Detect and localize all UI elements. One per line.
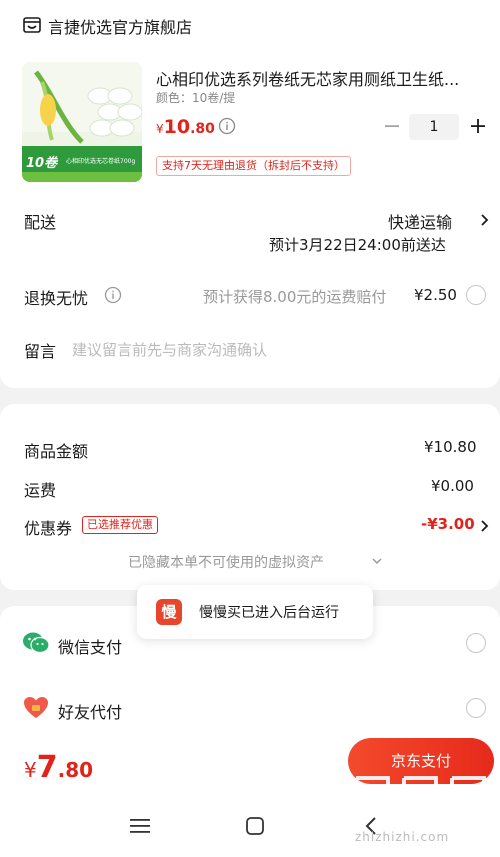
product-price: ¥10.80 — [156, 116, 215, 138]
chevron-down-icon[interactable] — [372, 557, 382, 565]
note-input[interactable]: 建议留言前先与商家沟通确认 — [72, 339, 267, 360]
watermark-text: zhizhizhi.com — [355, 830, 450, 844]
product-spec[interactable]: 颜色：10卷/提 — [156, 89, 235, 106]
wechat-pay-label[interactable]: 微信支付 — [58, 634, 122, 658]
manmanbuy-logo: 慢 — [156, 599, 182, 625]
quantity-input[interactable]: 1 — [409, 114, 459, 140]
return-insurance-checkbox[interactable] — [466, 285, 486, 305]
note-label: 留言 — [24, 342, 57, 361]
quantity-increase-button[interactable] — [468, 115, 488, 137]
store-icon — [23, 17, 41, 33]
info-icon[interactable] — [218, 117, 236, 135]
coupon-label: 优惠券 — [24, 519, 73, 538]
delivery-label: 配送 — [24, 213, 57, 232]
return-insurance-price: ¥2.50 — [414, 286, 457, 304]
friend-pay-label[interactable]: 好友代付 — [58, 699, 122, 723]
return-insurance-label: 退换无忧 — [24, 289, 89, 308]
coupon-recommended-tag: 已选推荐优惠 — [82, 516, 158, 534]
shipping-value: ¥0.00 — [431, 477, 474, 495]
delivery-method[interactable]: 快递运输 — [388, 209, 452, 233]
delivery-eta: 预计3月22日24:00前送达 — [269, 236, 446, 254]
background-toast: 慢 慢慢买已进入后台运行 — [137, 585, 373, 639]
goods-amount-value: ¥10.80 — [424, 438, 477, 456]
wechat-pay-icon — [23, 632, 50, 654]
total-decimal: .80 — [57, 758, 94, 782]
friend-pay-icon — [24, 697, 48, 718]
recent-apps-icon[interactable] — [129, 817, 151, 835]
store-name[interactable]: 言捷优选官方旗舰店 — [48, 14, 192, 38]
chevron-right-icon[interactable] — [479, 519, 489, 533]
total-currency: ¥ — [24, 758, 37, 782]
toast-message: 慢慢买已进入后台运行 — [199, 605, 339, 621]
total-integer: 7 — [36, 750, 58, 785]
coupon-value[interactable]: -¥3.00 — [421, 515, 475, 533]
price-currency: ¥ — [156, 122, 164, 136]
order-card: 言捷优选官方旗舰店 10卷 心相印优选无芯卷纸700g 心相印优选系列卷纸无芯家… — [0, 0, 500, 388]
hidden-assets-toggle[interactable]: 已隐藏本单不可使用的虚拟资产 — [128, 552, 324, 572]
info-icon[interactable] — [104, 286, 122, 304]
home-icon[interactable] — [244, 815, 266, 837]
product-title[interactable]: 心相印优选系列卷纸无芯家用厕纸卫生纸... — [156, 66, 486, 90]
return-insurance-desc: 预计获得8.00元的运费赔付 — [203, 288, 387, 306]
thumb-caption: 心相印优选无芯卷纸700g — [66, 158, 136, 165]
chevron-right-icon[interactable] — [479, 213, 489, 227]
shipping-label: 运费 — [24, 481, 57, 500]
product-thumbnail[interactable]: 10卷 心相印优选无芯卷纸700g — [22, 62, 142, 182]
quantity-decrease-button[interactable] — [381, 115, 403, 137]
site-watermark-logo — [354, 776, 486, 822]
return-policy-tag: 支持7天无理由退货（拆封后不支持） — [156, 156, 351, 176]
friend-pay-radio[interactable] — [466, 698, 486, 718]
order-total: ¥7.80 — [24, 750, 93, 785]
price-integer: 10 — [163, 116, 191, 138]
price-decimal: .80 — [190, 121, 215, 137]
goods-amount-label: 商品金额 — [24, 442, 89, 461]
wechat-pay-radio[interactable] — [466, 633, 486, 653]
thumb-badge: 10卷 — [26, 156, 58, 171]
